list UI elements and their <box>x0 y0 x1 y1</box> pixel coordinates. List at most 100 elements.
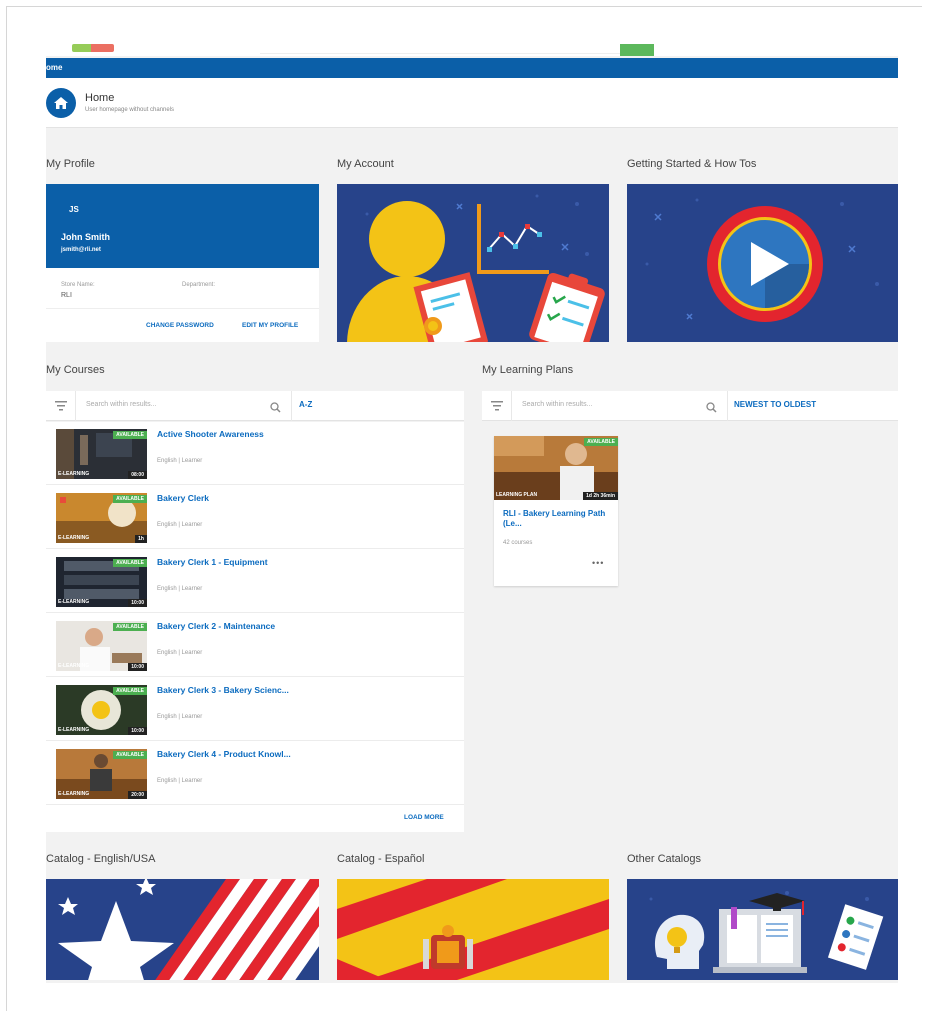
course-type-label: E-LEARNING <box>58 471 90 477</box>
course-duration: 20:00 <box>128 791 147 799</box>
catalogs-illustration <box>627 879 898 980</box>
edit-profile-link[interactable]: EDIT MY PROFILE <box>242 322 298 329</box>
spain-flag-illustration <box>337 879 609 980</box>
courses-sort-dropdown[interactable]: A-Z <box>299 400 312 409</box>
profile-banner: JS John Smith jsmith@rli.net <box>46 184 319 268</box>
my-learning-plans-title: My Learning Plans <box>482 364 574 376</box>
catalog-spanish-tile[interactable] <box>337 879 609 980</box>
course-row[interactable]: AVAILABLE E-LEARNING 10:00 Bakery Clerk … <box>46 678 464 741</box>
course-title-link[interactable]: Bakery Clerk 3 - Bakery Scienc... <box>157 685 289 695</box>
courses-filter-icon[interactable] <box>46 391 76 421</box>
available-badge: AVAILABLE <box>113 431 147 439</box>
plans-search-icon[interactable] <box>706 400 717 418</box>
available-badge: AVAILABLE <box>113 687 147 695</box>
department-label: Department: <box>182 282 216 288</box>
available-badge: AVAILABLE <box>113 495 147 503</box>
courses-search-bar: Search within results... A-Z <box>46 391 464 421</box>
profile-name: John Smith <box>61 232 110 242</box>
course-meta: English | Learner <box>157 714 203 720</box>
course-thumbnail[interactable]: AVAILABLE E-LEARNING 10:00 <box>56 557 147 607</box>
change-password-link[interactable]: CHANGE PASSWORD <box>146 322 214 329</box>
course-type-label: E-LEARNING <box>58 791 90 797</box>
course-duration: 08:00 <box>128 471 147 479</box>
store-name-label: Store Name: <box>61 282 95 288</box>
plans-sort-divider <box>727 391 728 421</box>
catalog-spanish-title: Catalog - Español <box>337 853 425 865</box>
brand-logo[interactable] <box>72 44 114 52</box>
course-title-link[interactable]: Bakery Clerk <box>157 493 209 503</box>
course-duration: 10:00 <box>128 727 147 735</box>
course-meta: English | Learner <box>157 458 203 464</box>
profile-email: jsmith@rli.net <box>61 247 101 253</box>
course-type-label: E-LEARNING <box>58 535 90 541</box>
store-name-value: RLI <box>61 292 72 299</box>
plans-filter-icon[interactable] <box>482 391 512 421</box>
course-type-label: E-LEARNING <box>58 599 90 605</box>
global-search-input[interactable] <box>260 40 620 54</box>
plans-search-input[interactable]: Search within results... <box>522 401 592 408</box>
course-title-link[interactable]: Bakery Clerk 4 - Product Knowl... <box>157 749 291 759</box>
course-duration: 1h <box>135 535 147 543</box>
main-navbar: ome <box>46 58 898 78</box>
available-badge: AVAILABLE <box>113 559 147 567</box>
course-row[interactable]: AVAILABLE E-LEARNING 10:00 Bakery Clerk … <box>46 550 464 613</box>
courses-search-icon[interactable] <box>270 400 281 418</box>
course-type-label: E-LEARNING <box>58 727 90 733</box>
course-thumbnail[interactable]: AVAILABLE E-LEARNING 10:00 <box>56 621 147 671</box>
learning-plan-type-label: LEARNING PLAN <box>496 492 538 498</box>
learning-plan-duration: 1d 2h 36min <box>583 492 618 500</box>
course-duration: 10:00 <box>128 663 147 671</box>
play-illustration <box>627 184 898 342</box>
course-meta: English | Learner <box>157 778 203 784</box>
plans-search-bar: Search within results... NEWEST TO OLDES… <box>482 391 898 421</box>
my-profile-title: My Profile <box>46 158 95 170</box>
avatar: JS <box>69 205 79 214</box>
catalog-english-tile[interactable] <box>46 879 319 980</box>
course-title-link[interactable]: Bakery Clerk 1 - Equipment <box>157 557 268 567</box>
course-row[interactable]: AVAILABLE E-LEARNING 08:00 Active Shoote… <box>46 422 464 485</box>
my-account-tile[interactable] <box>337 184 609 342</box>
account-illustration <box>337 184 609 342</box>
learning-plan-title-link[interactable]: RLI - Bakery Learning Path (Le... <box>503 509 607 529</box>
course-thumbnail[interactable]: AVAILABLE E-LEARNING 1h <box>56 493 147 543</box>
top-header-strip <box>46 38 898 56</box>
courses-list: AVAILABLE E-LEARNING 08:00 Active Shoote… <box>46 422 464 832</box>
learning-plan-course-count: 42 courses <box>503 540 533 546</box>
course-thumbnail[interactable]: AVAILABLE E-LEARNING 20:00 <box>56 749 147 799</box>
more-options-icon[interactable]: ••• <box>592 558 604 568</box>
other-catalogs-title: Other Catalogs <box>627 853 701 865</box>
courses-search-input[interactable]: Search within results... <box>86 401 156 408</box>
usa-flag-illustration <box>46 879 319 980</box>
load-more-button[interactable]: LOAD MORE <box>404 814 444 821</box>
course-meta: English | Learner <box>157 586 203 592</box>
profile-divider <box>46 308 319 309</box>
course-thumbnail[interactable]: AVAILABLE E-LEARNING 10:00 <box>56 685 147 735</box>
available-badge: AVAILABLE <box>113 623 147 631</box>
course-title-link[interactable]: Bakery Clerk 2 - Maintenance <box>157 621 275 631</box>
course-thumbnail[interactable]: AVAILABLE E-LEARNING 08:00 <box>56 429 147 479</box>
learning-plan-thumbnail[interactable]: AVAILABLE LEARNING PLAN 1d 2h 36min <box>494 436 618 500</box>
getting-started-tile[interactable] <box>627 184 898 342</box>
my-account-title: My Account <box>337 158 394 170</box>
learning-plan-card[interactable]: AVAILABLE LEARNING PLAN 1d 2h 36min RLI … <box>494 436 618 586</box>
course-row[interactable]: AVAILABLE E-LEARNING 1h Bakery Clerk Eng… <box>46 486 464 549</box>
course-row[interactable]: AVAILABLE E-LEARNING 20:00 Bakery Clerk … <box>46 742 464 805</box>
page-header: Home User homepage without channels <box>46 78 898 128</box>
page-title: Home <box>85 92 115 104</box>
course-duration: 10:00 <box>128 599 147 607</box>
nav-home-link[interactable]: ome <box>46 63 62 72</box>
my-courses-title: My Courses <box>46 364 105 376</box>
other-catalogs-tile[interactable] <box>627 879 898 980</box>
global-search-button[interactable] <box>620 44 654 56</box>
profile-card: JS John Smith jsmith@rli.net Store Name:… <box>46 184 319 342</box>
course-title-link[interactable]: Active Shooter Awareness <box>157 429 264 439</box>
available-badge: AVAILABLE <box>584 438 618 446</box>
course-meta: English | Learner <box>157 650 203 656</box>
course-row[interactable]: AVAILABLE E-LEARNING 10:00 Bakery Clerk … <box>46 614 464 677</box>
getting-started-title: Getting Started & How Tos <box>627 158 757 170</box>
home-icon <box>46 88 76 118</box>
plans-sort-dropdown[interactable]: NEWEST TO OLDEST <box>734 400 816 409</box>
page-subtitle: User homepage without channels <box>85 107 175 113</box>
course-type-label: E-LEARNING <box>58 663 90 669</box>
course-meta: English | Learner <box>157 522 203 528</box>
